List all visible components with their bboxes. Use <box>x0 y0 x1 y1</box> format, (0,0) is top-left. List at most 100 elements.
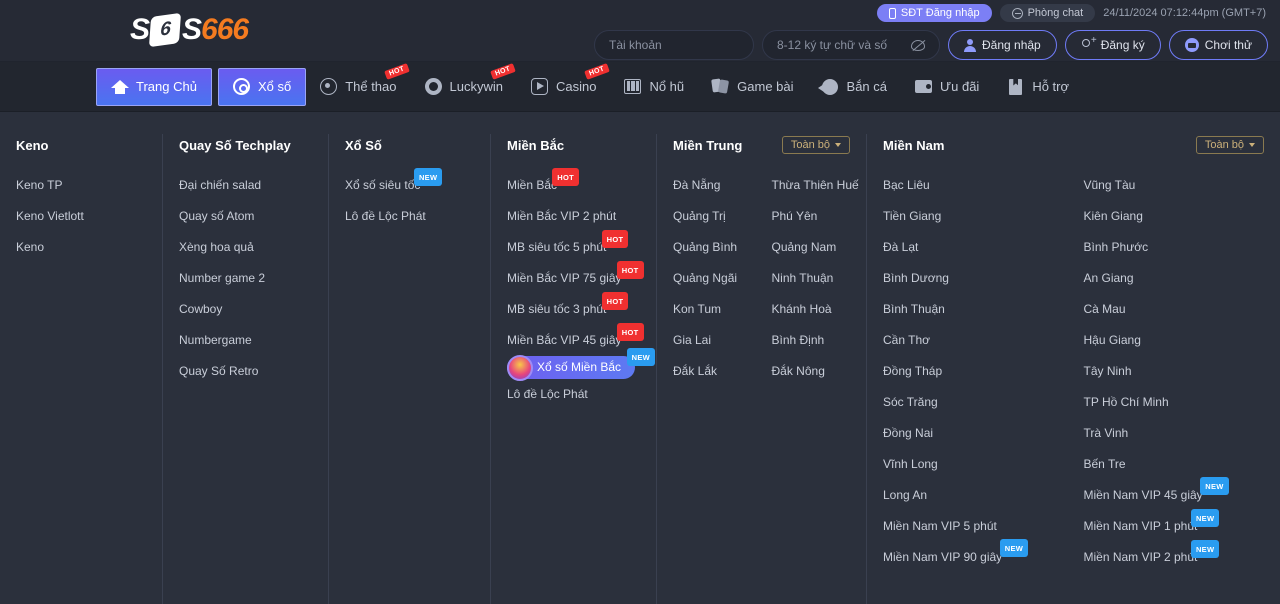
menu-item[interactable]: TP Hồ Chí Minh <box>1084 387 1169 418</box>
register-label: Đăng ký <box>1100 38 1145 52</box>
menu-item[interactable]: Bình Thuận <box>883 294 945 325</box>
menu-item-label: Đà Nẵng <box>673 178 721 192</box>
password-field[interactable] <box>762 30 940 60</box>
menu-item[interactable]: Bạc Liêu <box>883 170 930 201</box>
nav-item-hỗ-trợ[interactable]: Hỗ trợ <box>993 68 1083 106</box>
nav-item-nổ-hũ[interactable]: Nổ hũ <box>610 68 698 106</box>
menu-item[interactable]: Khánh Hoà <box>772 294 832 325</box>
menu-item[interactable]: Quảng Nam <box>772 232 837 263</box>
menu-item[interactable]: MB siêu tốc 5 phút HOT <box>507 230 629 263</box>
menu-item[interactable]: Thừa Thiên Huế <box>772 170 859 201</box>
nav-item-xổ-số[interactable]: Xổ số <box>217 67 307 106</box>
login-label: Đăng nhập <box>982 38 1041 52</box>
menu-item[interactable]: Quay Số Retro <box>179 356 258 387</box>
menu-item[interactable]: Miền Nam VIP 1 phút NEW <box>1084 509 1220 542</box>
menu-item[interactable]: Miền Bắc VIP 45 giây HOT <box>507 323 644 356</box>
menu-item[interactable]: Miền Bắc VIP 2 phút <box>507 201 616 232</box>
menu-item[interactable]: An Giang <box>1084 263 1134 294</box>
menu-item[interactable]: Hậu Giang <box>1084 325 1141 356</box>
menu-item[interactable]: Xổ số Miền Bắc NEW <box>507 348 656 381</box>
column-header: Miền Bắc <box>507 134 656 156</box>
menu-item[interactable]: Đồng Tháp <box>883 356 942 387</box>
password-input[interactable] <box>777 38 911 52</box>
phone-icon <box>888 7 896 19</box>
menu-item[interactable]: Cần Thơ <box>883 325 930 356</box>
menu-item[interactable]: Cowboy <box>179 294 222 325</box>
menu-item[interactable]: Tây Ninh <box>1084 356 1132 387</box>
otp-login-button[interactable]: SĐT Đăng nhập <box>876 4 992 22</box>
menu-item[interactable]: Tiền Giang <box>883 201 941 232</box>
menu-item[interactable]: Vũng Tàu <box>1084 170 1136 201</box>
menu-item[interactable]: Cà Mau <box>1084 294 1126 325</box>
menu-item[interactable]: Miền Nam VIP 2 phút NEW <box>1084 540 1220 573</box>
menu-item[interactable]: Lô đề Lộc Phát <box>507 379 588 410</box>
nav-item-casino[interactable]: Casino HOT <box>517 62 610 106</box>
menu-item[interactable]: Xổ số siêu tốc NEW <box>345 168 443 201</box>
menu-item-label: Bình Dương <box>883 271 949 285</box>
menu-item[interactable]: Kiên Giang <box>1084 201 1143 232</box>
slot-icon <box>624 78 642 96</box>
menu-item[interactable]: Keno TP <box>16 170 62 201</box>
menu-column-miền-nam: Miền Nam Toàn bộ Bạc Liêu Vũng Tàu Tiền Gian… <box>866 134 1280 604</box>
menu-item[interactable]: Sóc Trăng <box>883 387 938 418</box>
menu-item[interactable]: Quay số Atom <box>179 201 254 232</box>
menu-item[interactable]: Numbergame <box>179 325 252 356</box>
menu-item[interactable]: MB siêu tốc 3 phút HOT <box>507 292 629 325</box>
menu-item-label: Vĩnh Long <box>883 457 938 471</box>
cards-icon <box>712 78 730 96</box>
menu-item[interactable]: Đại chiến salad <box>179 170 261 201</box>
menu-item-label: Quay số Atom <box>179 209 255 223</box>
nav-item-bắn-cá[interactable]: Bắn cá <box>808 68 901 106</box>
menu-item[interactable]: Phú Yên <box>772 201 818 232</box>
username-input[interactable] <box>609 38 739 52</box>
menu-column-miền-trung: Miền Trung Toàn bộ Đà Nẵng Thừa Thiên Huế Qu… <box>656 134 866 604</box>
column-title: Quay Số Techplay <box>179 137 291 153</box>
menu-item-label: Đắk Lắk <box>673 364 718 378</box>
menu-item[interactable]: Đà Lạt <box>883 232 918 263</box>
trial-play-button[interactable]: Chơi thử <box>1168 30 1268 60</box>
menu-item[interactable]: Miền Nam VIP 5 phút <box>883 511 997 542</box>
menu-item[interactable]: Lô đề Lộc Phát <box>345 201 426 232</box>
menu-item[interactable]: Quảng Trị <box>673 201 726 232</box>
menu-item[interactable]: Keno Vietlott <box>16 201 84 232</box>
register-button[interactable]: Đăng ký <box>1064 30 1161 60</box>
menu-item-label: Vũng Tàu <box>1083 178 1136 192</box>
nav-item-ưu-đãi[interactable]: Ưu đãi <box>901 68 993 106</box>
nav-item-luckywin[interactable]: Luckywin HOT <box>411 62 517 106</box>
toggle-password-visibility-icon[interactable] <box>911 39 925 51</box>
menu-item[interactable]: Bến Tre <box>1084 449 1126 480</box>
menu-item[interactable]: Xèng hoa quả <box>179 232 254 263</box>
menu-item[interactable]: Bình Phước <box>1084 232 1149 263</box>
menu-item[interactable]: Number game 2 <box>179 263 265 294</box>
menu-item[interactable]: Trà Vinh <box>1084 418 1129 449</box>
menu-item[interactable]: Quảng Ngãi <box>673 263 737 294</box>
menu-item[interactable]: Long An <box>883 480 927 511</box>
menu-item[interactable]: Đắk Lắk <box>673 356 717 387</box>
menu-item[interactable]: Keno <box>16 232 44 263</box>
username-field[interactable] <box>594 30 754 60</box>
menu-item[interactable]: Ninh Thuận <box>772 263 834 294</box>
region-filter-dropdown[interactable]: Toàn bộ <box>1195 136 1264 154</box>
menu-item[interactable]: Miền Nam VIP 45 giây NEW <box>1084 477 1229 511</box>
menu-item[interactable]: Đà Nẵng <box>673 170 720 201</box>
nav-item-thể-thao[interactable]: Thể thao HOT <box>306 62 410 106</box>
menu-item[interactable]: Bình Định <box>772 325 825 356</box>
region-filter-dropdown[interactable]: Toàn bộ <box>781 136 850 154</box>
nav-item-game-bài[interactable]: Game bài <box>698 68 807 106</box>
menu-item[interactable]: Vĩnh Long <box>883 449 938 480</box>
menu-item[interactable]: Miền Bắc HOT <box>507 168 580 201</box>
menu-item[interactable]: Bình Dương <box>883 263 949 294</box>
menu-item[interactable]: Đắk Nông <box>772 356 825 387</box>
nav-item-trang-chủ[interactable]: Trang Chủ <box>96 67 212 106</box>
menu-item[interactable]: Kon Tum <box>673 294 721 325</box>
fish-icon <box>817 78 840 96</box>
menu-item[interactable]: Đồng Nai <box>883 418 933 449</box>
chat-room-label: Phòng chat <box>1027 7 1084 19</box>
login-button[interactable]: Đăng nhập <box>948 30 1057 60</box>
menu-item[interactable]: Quảng Bình <box>673 232 737 263</box>
chat-room-button[interactable]: Phòng chat <box>999 4 1096 22</box>
menu-item[interactable]: Miền Bắc VIP 75 giây HOT <box>507 261 644 294</box>
site-logo[interactable]: S S 666 <box>130 6 249 54</box>
menu-item[interactable]: Miền Nam VIP 90 giây NEW <box>883 539 1029 573</box>
menu-item[interactable]: Gia Lai <box>673 325 711 356</box>
